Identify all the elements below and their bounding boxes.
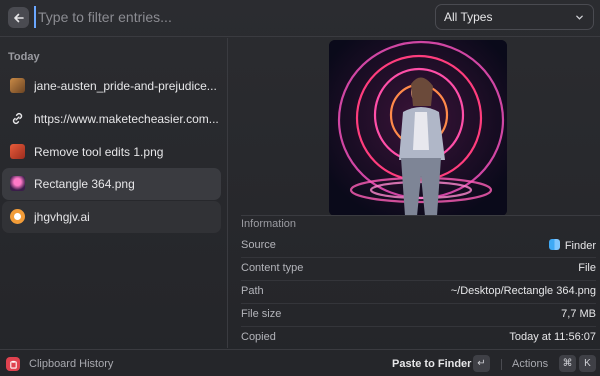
- list-item[interactable]: jhgvhgjv.ai: [2, 201, 221, 233]
- info-value: 7,7 MB: [561, 308, 596, 320]
- finder-icon: [548, 239, 560, 250]
- information-heading: Information: [241, 215, 600, 237]
- info-row-path: Path ~/Desktop/Rectangle 364.png: [241, 281, 596, 304]
- list-item-label: jhgvhgjv.ai: [34, 210, 90, 224]
- info-key: Path: [241, 285, 264, 297]
- info-key: Content type: [241, 262, 304, 274]
- section-title: Today: [8, 51, 40, 63]
- info-row-content-type: Content type File: [241, 258, 596, 281]
- list-item[interactable]: https://www.maketecheasier.com...: [2, 103, 221, 135]
- k-key-icon: K: [579, 355, 596, 372]
- clipboard-list: Today jane-austen_pride-and-prejudice...…: [0, 38, 228, 348]
- list-item-label: https://www.maketecheasier.com...: [34, 112, 219, 126]
- command-key-icon: ⌘: [559, 355, 576, 372]
- paste-to-finder-button[interactable]: Paste to Finder: [392, 358, 471, 370]
- list-item-selected[interactable]: Rectangle 364.png: [2, 168, 221, 200]
- image-thumbnail-icon: [10, 176, 25, 191]
- image-thumbnail-icon: [10, 144, 25, 159]
- chevron-down-icon: [576, 15, 583, 20]
- list-item-label: Rectangle 364.png: [34, 177, 135, 191]
- actions-button[interactable]: Actions: [512, 358, 548, 370]
- info-value: Finder: [548, 239, 596, 252]
- info-value: ~/Desktop/Rectangle 364.png: [450, 285, 596, 297]
- action-bar: Clipboard History Paste to Finder ↵ Acti…: [0, 349, 600, 376]
- enter-key-icon: ↵: [473, 355, 490, 372]
- type-filter-dropdown[interactable]: All Types: [435, 4, 594, 30]
- extension-name: Clipboard History: [29, 358, 114, 370]
- info-row-file-size: File size 7,7 MB: [241, 304, 596, 327]
- illustrator-file-icon: [10, 209, 25, 224]
- info-key: Copied: [241, 331, 276, 343]
- raycast-window: All Types Today jane-austen_pride-and-pr…: [0, 0, 600, 376]
- info-key: File size: [241, 308, 282, 320]
- type-filter-value: All Types: [444, 10, 493, 24]
- clipboard-icon: [6, 357, 20, 371]
- image-thumbnail-icon: [10, 78, 25, 93]
- image-preview: [329, 40, 507, 216]
- search-input[interactable]: [34, 6, 414, 28]
- list-item[interactable]: Remove tool edits 1.png: [2, 136, 221, 168]
- list-item[interactable]: jane-austen_pride-and-prejudice...: [2, 70, 221, 102]
- back-button[interactable]: [8, 7, 29, 28]
- link-icon: [12, 113, 23, 124]
- info-row-source: Source Finder: [241, 235, 596, 258]
- info-value: Today at 11:56:07: [509, 331, 596, 343]
- arrow-left-icon: [13, 13, 24, 22]
- divider: [501, 359, 502, 370]
- search-bar: All Types: [0, 0, 600, 37]
- info-key: Source: [241, 239, 276, 251]
- list-item-label: jane-austen_pride-and-prejudice...: [34, 79, 217, 93]
- list-item-label: Remove tool edits 1.png: [34, 145, 164, 159]
- detail-pane: Information Source Finder Content type F…: [229, 38, 600, 348]
- info-value: File: [578, 262, 596, 274]
- info-row-copied: Copied Today at 11:56:07: [241, 327, 596, 350]
